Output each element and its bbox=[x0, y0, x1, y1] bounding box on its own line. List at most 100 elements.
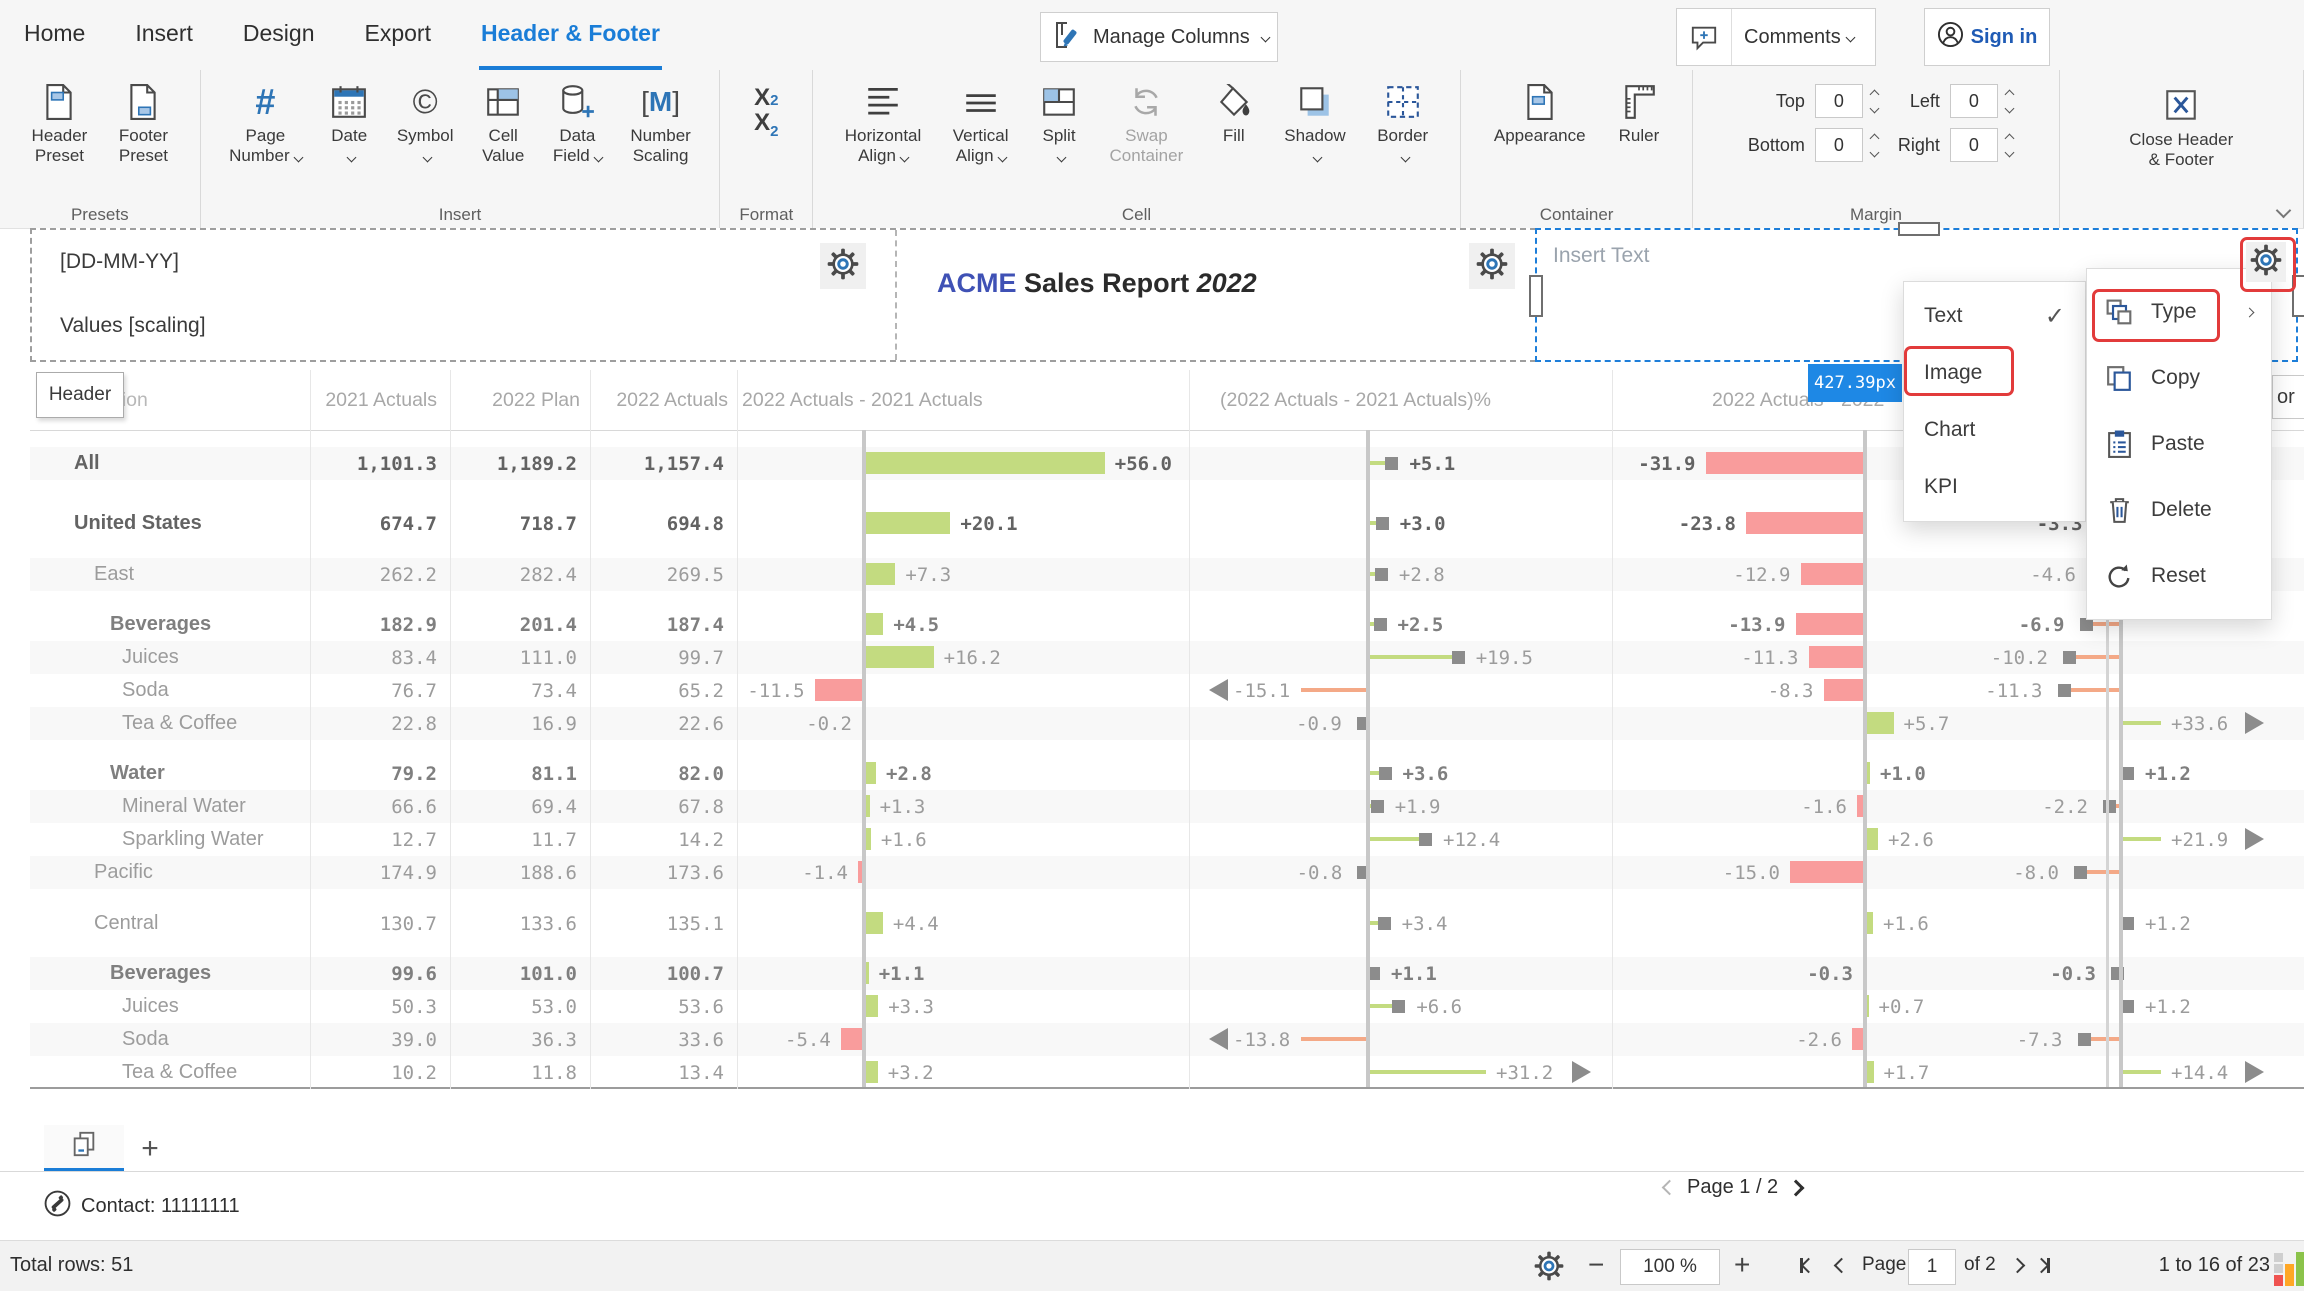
shadow-button[interactable]: Shadow bbox=[1284, 78, 1345, 166]
first-page-button[interactable] bbox=[1800, 1258, 1814, 1273]
horizontal-align-button[interactable]: HorizontalAlign bbox=[845, 78, 922, 166]
data-field-button[interactable]: DataField bbox=[553, 78, 602, 166]
footer-preset-button[interactable]: FooterPreset bbox=[119, 78, 168, 166]
table-row[interactable]: Soda76.773.465.2-11.5-8.3-15.1-11.3 bbox=[30, 674, 2304, 707]
stepper-down-icon[interactable] bbox=[1869, 147, 1879, 157]
add-sheet-button[interactable]: + bbox=[132, 1131, 168, 1167]
table-row[interactable]: Pacific174.9188.6173.6-1.4-15.0-0.8-8.0 bbox=[30, 856, 2304, 889]
tab-header-footer[interactable]: Header & Footer bbox=[479, 0, 662, 70]
pin-value-label: +1.2 bbox=[2145, 907, 2191, 940]
ruler-button[interactable]: Ruler bbox=[1619, 78, 1660, 146]
page-prev-icon[interactable] bbox=[1662, 1180, 1678, 1196]
last-page-button[interactable] bbox=[2036, 1258, 2050, 1273]
symbol-button[interactable]: ©Symbol bbox=[397, 78, 454, 166]
margin-left-value[interactable]: 0 bbox=[1950, 84, 1998, 118]
table-row[interactable]: East262.2282.4269.5+7.3-12.9+2.8-4.6 bbox=[30, 558, 2304, 591]
row-range-label: 1 to 16 of 23 bbox=[2130, 1254, 2270, 1277]
margin-top-value[interactable]: 0 bbox=[1815, 84, 1863, 118]
stepper-up-icon[interactable] bbox=[1869, 133, 1879, 143]
bar-value-label: -1.4 bbox=[688, 856, 848, 889]
zoom-level-field[interactable]: 100 % bbox=[1620, 1249, 1720, 1285]
bar-value-label: +4.4 bbox=[893, 907, 939, 940]
next-page-button[interactable] bbox=[2012, 1258, 2023, 1276]
cell-v2021: 22.8 bbox=[310, 707, 437, 740]
table-row[interactable]: Mineral Water66.669.467.8+1.3-1.6+1.9-2.… bbox=[30, 790, 2304, 823]
appearance-button[interactable]: Appearance bbox=[1494, 78, 1586, 146]
stepper-up-icon[interactable] bbox=[2004, 133, 2014, 143]
pin-marker bbox=[1376, 517, 1389, 530]
stepper-down-icon[interactable] bbox=[2004, 103, 2014, 113]
table-row[interactable]: Juices50.353.053.6+3.3+0.7+6.6+1.2 bbox=[30, 990, 2304, 1023]
resize-handle-right[interactable] bbox=[2292, 275, 2304, 317]
table-row[interactable]: Central130.7133.6135.1+4.4+1.6+3.4+1.2 bbox=[30, 907, 2304, 940]
header-center-section[interactable]: ACME Sales Report 2022 bbox=[897, 230, 1535, 360]
prev-page-button[interactable] bbox=[1836, 1258, 1847, 1276]
table-settings-gear-icon[interactable] bbox=[1534, 1251, 1564, 1286]
tab-home[interactable]: Home bbox=[22, 0, 87, 70]
close-header-footer-button[interactable]: Close Header& Footer bbox=[2129, 78, 2233, 170]
table-row[interactable]: Juices83.4111.099.7+16.2-11.3+19.5-10.2 bbox=[30, 641, 2304, 674]
ribbon-group-insert: Insert#PageNumberDate©SymbolCellValueDat… bbox=[201, 70, 721, 228]
sheet-tab-bar: + bbox=[0, 1125, 2304, 1172]
header-left-section[interactable]: [DD-MM-YY] Values [scaling] bbox=[32, 230, 897, 360]
margin-right-stepper: 0 bbox=[1950, 128, 2013, 162]
superscript-subscript-button[interactable]: X2X2 bbox=[754, 78, 778, 136]
tab-insert[interactable]: Insert bbox=[133, 0, 195, 70]
menu-item-delete[interactable]: Delete bbox=[2087, 485, 2271, 535]
fill-button[interactable]: Fill bbox=[1215, 78, 1253, 146]
pin-cell: +31.2 bbox=[1189, 1056, 1612, 1089]
button-label-2 bbox=[1309, 146, 1321, 166]
zoom-out-button[interactable]: − bbox=[1588, 1249, 1604, 1281]
manage-columns-button[interactable]: Manage Columns bbox=[1040, 12, 1278, 62]
menu-item-chart[interactable]: Chart bbox=[1904, 410, 2085, 450]
split-button[interactable]: Split bbox=[1040, 78, 1078, 166]
table-row[interactable]: Tea & Coffee10.211.813.4+3.2+1.7+31.2+14… bbox=[30, 1056, 2304, 1089]
sheet-tab[interactable] bbox=[44, 1125, 124, 1172]
insert-box-gear-icon[interactable] bbox=[2246, 242, 2286, 282]
table-row[interactable]: Beverages99.6101.0100.7+1.1-0.3+1.1-0.3 bbox=[30, 957, 2304, 990]
header-zone-badge[interactable]: Header bbox=[36, 372, 124, 418]
pin-value-label: -8.0 bbox=[1899, 856, 2059, 889]
header-preset-button[interactable]: HeaderPreset bbox=[32, 78, 88, 166]
menu-item-reset[interactable]: Reset bbox=[2087, 551, 2271, 601]
positive-bar bbox=[1865, 712, 1894, 734]
comments-button[interactable]: Comments bbox=[1676, 8, 1876, 66]
menu-item-paste[interactable]: Paste bbox=[2087, 419, 2271, 469]
stepper-up-icon[interactable] bbox=[1869, 89, 1879, 99]
vertical-align-button[interactable]: VerticalAlign bbox=[953, 78, 1009, 166]
border-button[interactable]: Border bbox=[1377, 78, 1428, 166]
pin-marker bbox=[2058, 684, 2071, 697]
menu-item-kpi[interactable]: KPI bbox=[1904, 467, 2085, 507]
resize-handle-left[interactable] bbox=[1529, 275, 1543, 317]
menu-item-image[interactable]: Image bbox=[1904, 353, 2085, 393]
page-number-field[interactable]: 1 bbox=[1908, 1249, 1956, 1285]
zoom-in-button[interactable]: + bbox=[1734, 1249, 1750, 1281]
margin-bottom-value[interactable]: 0 bbox=[1815, 128, 1863, 162]
left-section-gear-icon[interactable] bbox=[820, 243, 866, 289]
table-row[interactable]: Water79.281.182.0+2.8+1.0+3.6+1.2 bbox=[30, 757, 2304, 790]
pin-value-label: +2.8 bbox=[1399, 558, 1445, 591]
table-row[interactable]: Sparkling Water12.711.714.2+1.6+2.6+12.4… bbox=[30, 823, 2304, 856]
page-next-icon[interactable] bbox=[1788, 1179, 1805, 1196]
bar-cell: +2.8 bbox=[737, 757, 1189, 790]
menu-item-copy[interactable]: Copy bbox=[2087, 353, 2271, 403]
tab-design[interactable]: Design bbox=[241, 0, 317, 70]
page-number-button[interactable]: #PageNumber bbox=[229, 78, 301, 166]
tab-export[interactable]: Export bbox=[363, 0, 433, 70]
center-section-gear-icon[interactable] bbox=[1469, 243, 1515, 289]
date-button[interactable]: Date bbox=[330, 78, 368, 166]
menu-item-type[interactable]: Type bbox=[2087, 287, 2271, 337]
menu-item-text[interactable]: Text✓ bbox=[1904, 296, 2085, 336]
table-row[interactable]: Soda39.036.333.6-5.4-2.6-13.8-7.3 bbox=[30, 1023, 2304, 1056]
cell-value-button[interactable]: CellValue bbox=[482, 78, 524, 166]
sign-in-button[interactable]: Sign in bbox=[1924, 8, 2050, 66]
table-row[interactable]: Tea & Coffee22.816.922.6-0.2+5.7-0.9+33.… bbox=[30, 707, 2304, 740]
stepper-down-icon[interactable] bbox=[2004, 147, 2014, 157]
number-scaling-button[interactable]: [M]NumberScaling bbox=[630, 78, 690, 166]
stepper-up-icon[interactable] bbox=[2004, 89, 2014, 99]
resize-handle-top[interactable] bbox=[1898, 222, 1940, 236]
stepper-down-icon[interactable] bbox=[1869, 103, 1879, 113]
margin-right-value[interactable]: 0 bbox=[1950, 128, 1998, 162]
button-label: Number bbox=[630, 126, 690, 146]
table-row[interactable]: Beverages182.9201.4187.4+4.5-13.9+2.5-6.… bbox=[30, 608, 2304, 641]
